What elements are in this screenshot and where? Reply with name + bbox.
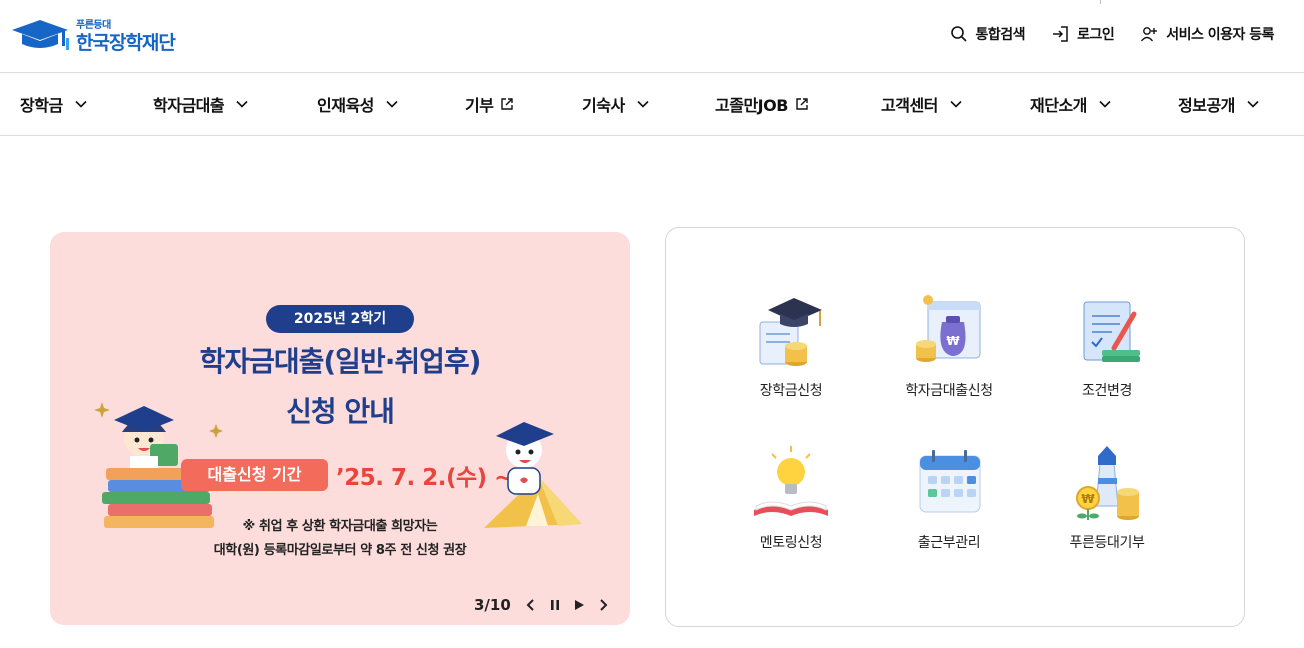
calendar-icon	[919, 450, 981, 513]
banner-semester-pill: 2025년 2학기	[266, 305, 414, 333]
chevron-down-icon	[386, 100, 398, 108]
quick-item-label: 장학금신청	[759, 383, 823, 399]
chevron-down-icon	[637, 100, 649, 108]
nav-label: 재단소개	[1030, 96, 1087, 115]
svg-text:₩: ₩	[1081, 492, 1095, 506]
register-label: 서비스 이용자 등록	[1166, 27, 1274, 43]
nav-label: 고객센터	[881, 96, 938, 115]
quick-item-label: 출근부관리	[917, 535, 981, 551]
search-label: 통합검색	[975, 27, 1026, 43]
quick-item-mentoring-apply[interactable]: 멘토링신청	[716, 444, 866, 564]
nav-label: 기숙사	[582, 96, 625, 115]
nav-label: 정보공개	[1178, 96, 1235, 115]
main-nav: 장학금 학자금대출 인재육성 기부 기숙사 고졸만JOB 고객센터 재단소개 정…	[0, 72, 1304, 136]
quick-item-label: 푸른등대기부	[1069, 535, 1145, 551]
nav-item-talent[interactable]: 인재육성	[317, 73, 400, 135]
chevron-down-icon	[236, 100, 248, 108]
quick-item-label: 학자금대출신청	[905, 383, 993, 399]
quick-menu-panel: 장학금신청 ₩ 학자금대출신청 조건변경 멘토링신청 출근부관리 ₩ 푸른등대기…	[665, 227, 1245, 627]
chevron-down-icon	[1099, 100, 1111, 108]
graduation-cap-logo-icon	[12, 20, 69, 50]
banner-note-line1: ※ 취업 후 상환 학자금대출 희망자는	[242, 519, 438, 534]
nav-label: 장학금	[20, 96, 63, 115]
chevron-left-icon	[526, 599, 534, 611]
chevron-right-icon	[600, 599, 608, 611]
nav-label: 기부	[465, 96, 494, 115]
pause-icon	[550, 600, 559, 610]
lightbulb-book-icon	[754, 446, 828, 516]
slide-counter: 3/10	[474, 596, 511, 614]
nav-label: 인재육성	[317, 96, 374, 115]
login-icon	[1053, 26, 1068, 42]
banner-note-line2: 대학(원) 등록마감일로부터 약 8주 전 신청 권장	[213, 543, 467, 558]
nav-label: 고졸만JOB	[715, 96, 788, 115]
register-button[interactable]: 서비스 이용자 등록	[1140, 24, 1274, 44]
user-add-icon	[1141, 27, 1158, 42]
search-button[interactable]: 통합검색	[950, 24, 1026, 44]
nav-item-disclosure[interactable]: 정보공개	[1178, 73, 1261, 135]
chevron-down-icon	[1247, 100, 1259, 108]
external-link-icon	[501, 98, 514, 110]
banner-title: 학자금대출(일반·취업후)	[199, 345, 482, 378]
nav-label: 학자금대출	[153, 96, 225, 115]
money-bag-icon: ₩	[916, 295, 981, 362]
banner-controls: 3/10	[474, 596, 611, 614]
quick-item-attendance[interactable]: 출근부관리	[874, 444, 1024, 564]
play-icon	[574, 600, 584, 610]
quick-item-loan-apply[interactable]: ₩ 학자금대출신청	[874, 292, 1024, 412]
logo-name: 한국장학재단	[76, 32, 176, 54]
main-banner[interactable]: 2025년 2학기 학자금대출(일반·취업후) 신청 안내 대출신청 기간 ’2…	[50, 232, 630, 625]
quick-item-donation[interactable]: ₩ 푸른등대기부	[1032, 444, 1182, 564]
chevron-down-icon	[75, 100, 87, 108]
svg-text:₩: ₩	[946, 334, 960, 348]
utility-menu: 통합검색 로그인 서비스 이용자 등록	[950, 24, 1274, 44]
nav-item-dormitory[interactable]: 기숙사	[582, 73, 651, 135]
external-link-icon	[796, 98, 808, 110]
nav-item-student-loan[interactable]: 학자금대출	[153, 73, 250, 135]
nav-item-about[interactable]: 재단소개	[1030, 73, 1113, 135]
nav-item-customer-center[interactable]: 고객센터	[881, 73, 964, 135]
login-button[interactable]: 로그인	[1051, 24, 1115, 44]
next-slide-button[interactable]	[595, 596, 611, 614]
lighthouse-coins-icon: ₩	[1076, 446, 1139, 520]
quick-item-label: 조건변경	[1082, 383, 1132, 399]
graduation-cap-coins-icon	[759, 298, 822, 366]
nav-item-job[interactable]: 고졸만JOB	[715, 73, 810, 135]
document-pen-icon	[1083, 301, 1140, 362]
site-header: 푸른등대 한국장학재단 통합검색 로그인 서비스 이용자 등록	[0, 0, 1304, 72]
loan-period-badge: 대출신청 기간	[181, 459, 328, 491]
nav-item-donation[interactable]: 기부	[465, 73, 515, 135]
search-icon	[950, 26, 967, 42]
quick-item-condition-change[interactable]: 조건변경	[1032, 292, 1182, 412]
logo-tagline: 푸른등대	[76, 20, 111, 31]
site-logo[interactable]: 푸른등대 한국장학재단	[10, 14, 176, 56]
login-label: 로그인	[1077, 27, 1115, 43]
prev-slide-button[interactable]	[523, 596, 539, 614]
nav-item-scholarship[interactable]: 장학금	[20, 73, 89, 135]
chevron-down-icon	[950, 100, 962, 108]
quick-item-label: 멘토링신청	[759, 535, 823, 551]
quick-item-scholarship-apply[interactable]: 장학금신청	[716, 292, 866, 412]
pause-button[interactable]	[547, 596, 563, 614]
play-button[interactable]	[571, 596, 587, 614]
